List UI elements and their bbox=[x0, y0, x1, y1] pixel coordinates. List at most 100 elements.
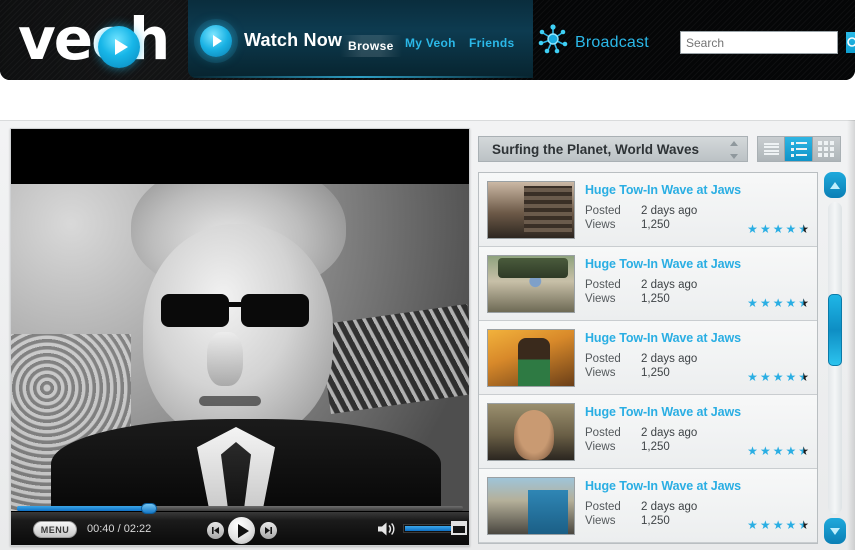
video-meta: Posted2 days ago Views1,250 bbox=[585, 501, 697, 529]
video-scene-glasses-bridge bbox=[227, 302, 245, 307]
video-meta: Posted2 days ago Views1,250 bbox=[585, 205, 697, 233]
nav-item-my-veoh[interactable]: My Veoh bbox=[405, 36, 456, 50]
video-meta: Posted2 days ago Views1,250 bbox=[585, 279, 697, 307]
skip-forward-icon[interactable] bbox=[260, 522, 277, 539]
video-scene-nose bbox=[207, 332, 243, 386]
rating-stars[interactable]: ★★★★★ bbox=[747, 371, 809, 383]
video-title[interactable]: Huge Tow-In Wave at Jaws bbox=[585, 183, 741, 197]
veoh-app: veoh Watch Now Browse My Veoh Friends bbox=[0, 0, 855, 550]
scroll-up-button[interactable] bbox=[824, 172, 846, 198]
header-search-input[interactable] bbox=[681, 32, 846, 53]
rating-stars[interactable]: ★★★★★ bbox=[747, 445, 809, 457]
detail-view-button[interactable] bbox=[785, 137, 812, 161]
views-value: 1,250 bbox=[641, 441, 670, 453]
seek-bar[interactable] bbox=[17, 506, 463, 511]
broadcast-label[interactable]: Broadcast bbox=[575, 34, 649, 52]
video-scene-sunglasses bbox=[161, 294, 319, 328]
views-label: Views bbox=[585, 367, 641, 379]
seek-bar-handle[interactable] bbox=[141, 503, 157, 514]
time-separator: / bbox=[118, 523, 121, 535]
views-value: 1,250 bbox=[641, 515, 670, 527]
play-icon[interactable] bbox=[228, 517, 255, 544]
video-title[interactable]: Huge Tow-In Wave at Jaws bbox=[585, 331, 741, 345]
scroll-down-button[interactable] bbox=[824, 518, 846, 544]
rating-stars[interactable]: ★★★★★ bbox=[747, 297, 809, 309]
total-time: 02:22 bbox=[124, 523, 152, 535]
player-controls: MENU 00:40 / 02:22 bbox=[11, 511, 469, 545]
video-title[interactable]: Huge Tow-In Wave at Jaws bbox=[585, 257, 741, 271]
views-value: 1,250 bbox=[641, 367, 670, 379]
playlist-header: Surfing the Planet, World Waves bbox=[472, 136, 847, 166]
video-meta: Posted2 days ago Views1,250 bbox=[585, 427, 697, 455]
time-display: 00:40 / 02:22 bbox=[87, 523, 151, 535]
fullscreen-icon[interactable] bbox=[451, 521, 467, 535]
playlist-scrollbar[interactable] bbox=[824, 172, 846, 544]
channel-title: Surfing the Planet, World Waves bbox=[492, 142, 699, 157]
video-title[interactable]: Huge Tow-In Wave at Jaws bbox=[585, 405, 741, 419]
veoh-logo[interactable]: veoh bbox=[18, 6, 183, 72]
transport-controls bbox=[207, 516, 277, 544]
video-thumbnail[interactable] bbox=[487, 181, 575, 239]
top-header: veoh Watch Now Browse My Veoh Friends bbox=[0, 0, 855, 80]
video-list[interactable]: Huge Tow-In Wave at Jaws Posted2 days ag… bbox=[478, 172, 818, 544]
scrollbar-thumb[interactable] bbox=[828, 294, 842, 366]
views-label: Views bbox=[585, 293, 641, 305]
list-item[interactable]: Huge Tow-In Wave at Jaws Posted2 days ag… bbox=[479, 469, 817, 543]
video-frame bbox=[11, 184, 469, 513]
list-item[interactable]: Huge Tow-In Wave at Jaws Posted2 days ag… bbox=[479, 321, 817, 395]
video-thumbnail[interactable] bbox=[487, 403, 575, 461]
view-mode-toggle bbox=[757, 136, 841, 162]
video-stage[interactable] bbox=[11, 129, 469, 513]
volume-slider-fill bbox=[405, 526, 451, 531]
header-search-button[interactable] bbox=[846, 32, 855, 53]
volume-slider[interactable] bbox=[403, 524, 453, 533]
magnifier-icon bbox=[846, 36, 855, 50]
video-player[interactable]: MENU 00:40 / 02:22 bbox=[10, 128, 470, 546]
channel-selector[interactable]: Surfing the Planet, World Waves bbox=[478, 136, 748, 162]
video-meta: Posted2 days ago Views1,250 bbox=[585, 353, 697, 381]
views-value: 1,250 bbox=[641, 219, 670, 231]
page-edge-shadow bbox=[847, 120, 855, 550]
nav-item-friends[interactable]: Friends bbox=[469, 36, 514, 50]
video-thumbnail[interactable] bbox=[487, 329, 575, 387]
posted-value: 2 days ago bbox=[641, 427, 697, 439]
skip-back-icon[interactable] bbox=[207, 522, 224, 539]
posted-value: 2 days ago bbox=[641, 353, 697, 365]
scrollbar-track[interactable] bbox=[828, 202, 842, 514]
watch-now-label[interactable]: Watch Now bbox=[244, 30, 342, 51]
video-thumbnail[interactable] bbox=[487, 477, 575, 535]
video-scene-mouth bbox=[199, 396, 261, 406]
volume-icon[interactable] bbox=[377, 521, 397, 537]
video-title[interactable]: Huge Tow-In Wave at Jaws bbox=[585, 479, 741, 493]
posted-label: Posted bbox=[585, 279, 641, 291]
views-label: Views bbox=[585, 515, 641, 527]
nav-item-browse[interactable]: Browse bbox=[340, 35, 402, 57]
header-search-box[interactable] bbox=[680, 31, 838, 54]
watch-now-play-icon[interactable] bbox=[200, 25, 232, 57]
logo-play-icon bbox=[98, 26, 140, 68]
broadcast-icon[interactable] bbox=[536, 22, 570, 56]
posted-label: Posted bbox=[585, 501, 641, 513]
posted-value: 2 days ago bbox=[641, 205, 697, 217]
channel-stepper-icon[interactable] bbox=[730, 141, 739, 159]
list-item[interactable]: Huge Tow-In Wave at Jaws Posted2 days ag… bbox=[479, 173, 817, 247]
grid-view-button[interactable] bbox=[813, 137, 840, 161]
current-time: 00:40 bbox=[87, 523, 115, 535]
posted-label: Posted bbox=[585, 427, 641, 439]
menu-button[interactable]: MENU bbox=[33, 521, 77, 538]
list-item[interactable]: Huge Tow-In Wave at Jaws Posted2 days ag… bbox=[479, 395, 817, 469]
posted-value: 2 days ago bbox=[641, 279, 697, 291]
video-thumbnail[interactable] bbox=[487, 255, 575, 313]
rating-stars[interactable]: ★★★★★ bbox=[747, 223, 809, 235]
seek-bar-fill bbox=[17, 506, 148, 511]
views-value: 1,250 bbox=[641, 293, 670, 305]
posted-label: Posted bbox=[585, 205, 641, 217]
list-view-button[interactable] bbox=[758, 137, 785, 161]
list-item[interactable]: Huge Tow-In Wave at Jaws Posted2 days ag… bbox=[479, 247, 817, 321]
posted-value: 2 days ago bbox=[641, 501, 697, 513]
posted-label: Posted bbox=[585, 353, 641, 365]
views-label: Views bbox=[585, 219, 641, 231]
views-label: Views bbox=[585, 441, 641, 453]
logo-text: veoh bbox=[18, 10, 168, 68]
rating-stars[interactable]: ★★★★★ bbox=[747, 519, 809, 531]
